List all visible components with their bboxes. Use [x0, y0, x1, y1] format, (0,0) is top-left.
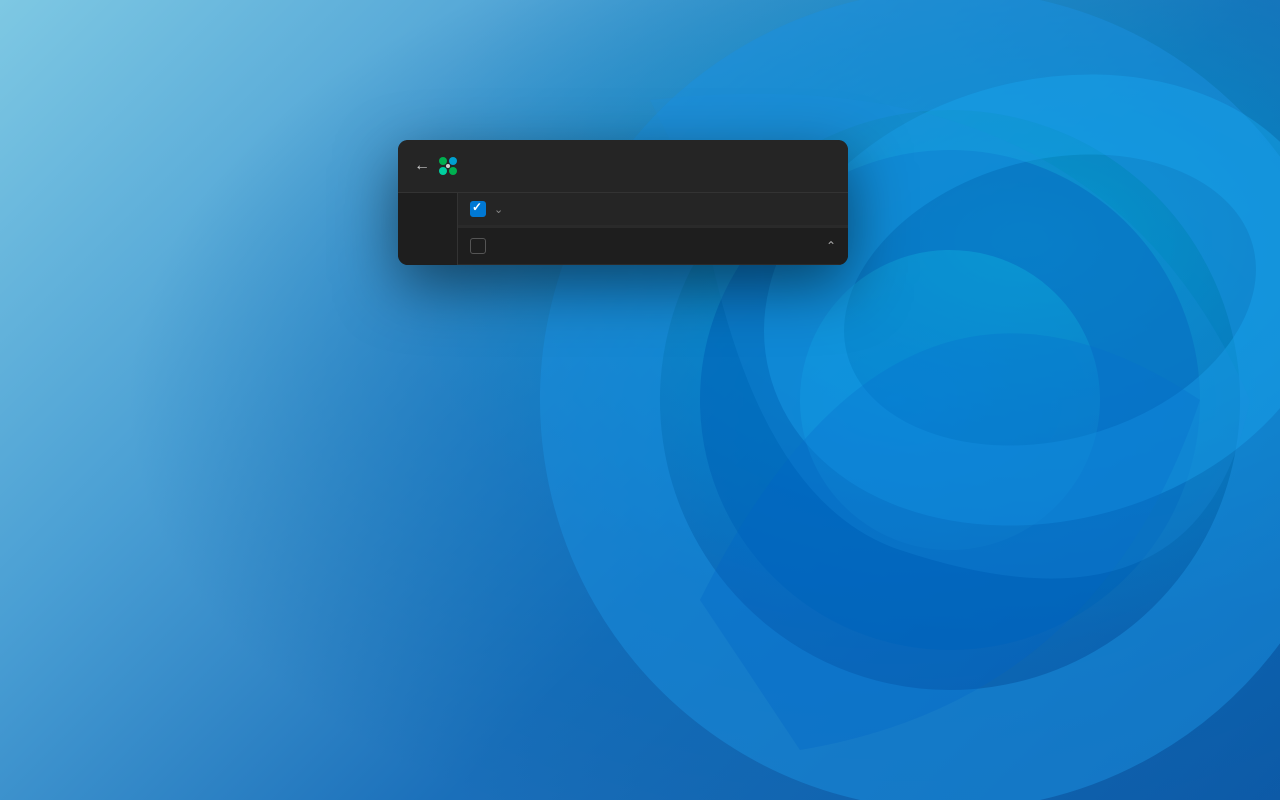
main-layout: ⌄ ⌃	[398, 193, 848, 265]
system-items-chevron: ⌄	[494, 203, 503, 216]
other-items-size: ⌃	[822, 239, 836, 253]
window-controls	[768, 152, 832, 180]
close-button[interactable]	[804, 152, 832, 180]
back-button[interactable]: ←	[414, 157, 430, 175]
system-items-checkbox[interactable]	[470, 201, 486, 217]
title-bar: ←	[398, 140, 848, 193]
minimize-button[interactable]	[768, 152, 796, 180]
other-items-header[interactable]: ⌃	[458, 226, 848, 265]
sidebar	[398, 193, 458, 265]
app-icon	[438, 156, 458, 176]
system-items-header[interactable]: ⌄	[458, 193, 848, 226]
other-items-checkbox[interactable]	[470, 238, 486, 254]
app-window: ← ⌄	[398, 140, 848, 265]
content-area[interactable]: ⌄ ⌃	[458, 193, 848, 265]
